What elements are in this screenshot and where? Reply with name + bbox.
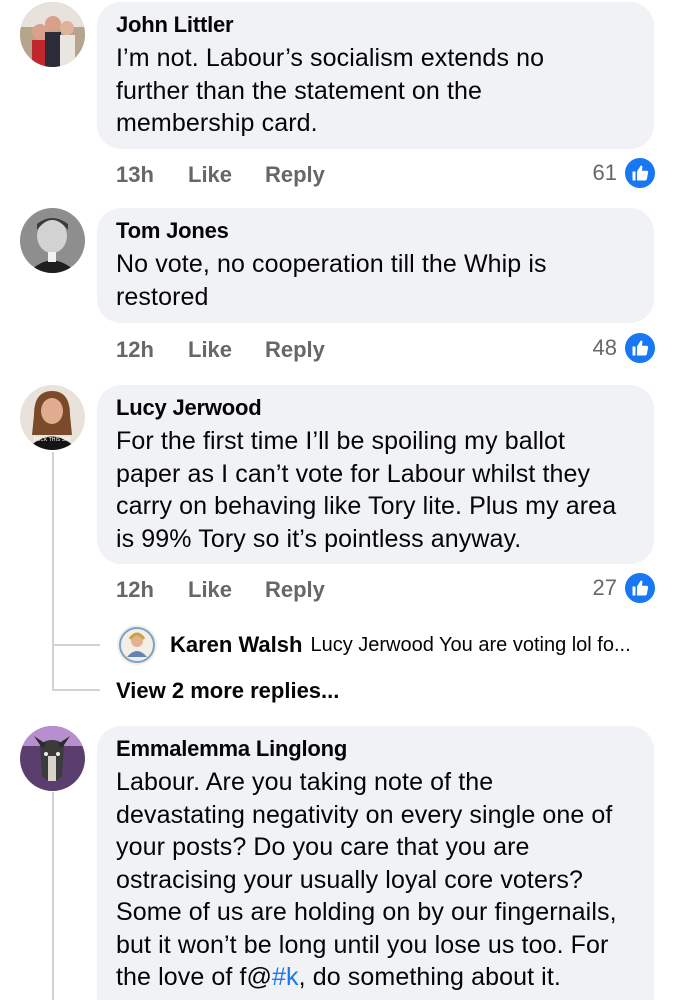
- reply-preview[interactable]: Karen Walsh Lucy Jerwood You are voting …: [117, 625, 631, 665]
- like-icon: [623, 331, 657, 365]
- reply-avatar[interactable]: [117, 625, 157, 665]
- comment-bubble: John Littler I’m not. Labour’s socialism…: [97, 2, 654, 149]
- comment-bubble: Lucy Jerwood For the first time I’ll be …: [97, 385, 654, 564]
- comment-author[interactable]: Tom Jones: [116, 218, 635, 244]
- thread-branch: [52, 644, 100, 646]
- hashtag-link[interactable]: #k: [272, 963, 299, 991]
- reaction-summary[interactable]: 61: [593, 156, 657, 190]
- reply-button[interactable]: Reply: [265, 577, 325, 603]
- view-more-replies-link[interactable]: View 2 more replies...: [116, 678, 339, 704]
- avatar[interactable]: FUCK THIS SHI: [20, 385, 85, 450]
- comment-author[interactable]: Emmalemma Linglong: [116, 736, 635, 762]
- like-button[interactable]: Like: [188, 337, 232, 363]
- timestamp[interactable]: 12h: [116, 337, 154, 363]
- timestamp[interactable]: 12h: [116, 577, 154, 603]
- comment-bubble: Tom Jones No vote, no cooperation till t…: [97, 208, 654, 323]
- comment-text: Labour. Are you taking note of the devas…: [116, 766, 635, 994]
- comment-text-part: Labour. Are you taking note of the devas…: [116, 768, 617, 991]
- avatar[interactable]: [20, 208, 85, 273]
- reply-button[interactable]: Reply: [265, 337, 325, 363]
- like-button[interactable]: Like: [188, 577, 232, 603]
- reaction-summary[interactable]: 27: [593, 571, 657, 605]
- reaction-count: 61: [592, 160, 617, 185]
- comment-text: I’m not. Labour’s socialism extends no f…: [116, 44, 545, 137]
- comment-text: No vote, no cooperation till the Whip is…: [116, 250, 547, 311]
- thread-branch: [52, 689, 100, 691]
- reply-text: Lucy Jerwood You are voting lol fo...: [310, 633, 631, 656]
- comment-author[interactable]: Lucy Jerwood: [116, 395, 635, 421]
- reply-button[interactable]: Reply: [265, 162, 325, 188]
- comment-author[interactable]: John Littler: [116, 12, 635, 38]
- avatar-shirt-text: FUCK THIS SHI: [34, 437, 70, 443]
- timestamp[interactable]: 13h: [116, 162, 154, 188]
- comment-text-part: , do something about it.: [298, 963, 561, 991]
- like-icon: [623, 571, 657, 605]
- thread-line: [52, 792, 54, 1000]
- reply-author[interactable]: Karen Walsh: [170, 632, 302, 658]
- comment-bubble: Emmalemma Linglong Labour. Are you takin…: [97, 726, 654, 1000]
- reaction-summary[interactable]: 48: [593, 331, 657, 365]
- reaction-count: 27: [592, 575, 617, 600]
- thread-line: [52, 452, 54, 690]
- avatar[interactable]: [20, 2, 85, 67]
- avatar[interactable]: [20, 726, 85, 791]
- comment-text: For the first time I’ll be spoiling my b…: [116, 427, 617, 553]
- reaction-count: 48: [592, 335, 617, 360]
- like-button[interactable]: Like: [188, 162, 232, 188]
- like-icon: [623, 156, 657, 190]
